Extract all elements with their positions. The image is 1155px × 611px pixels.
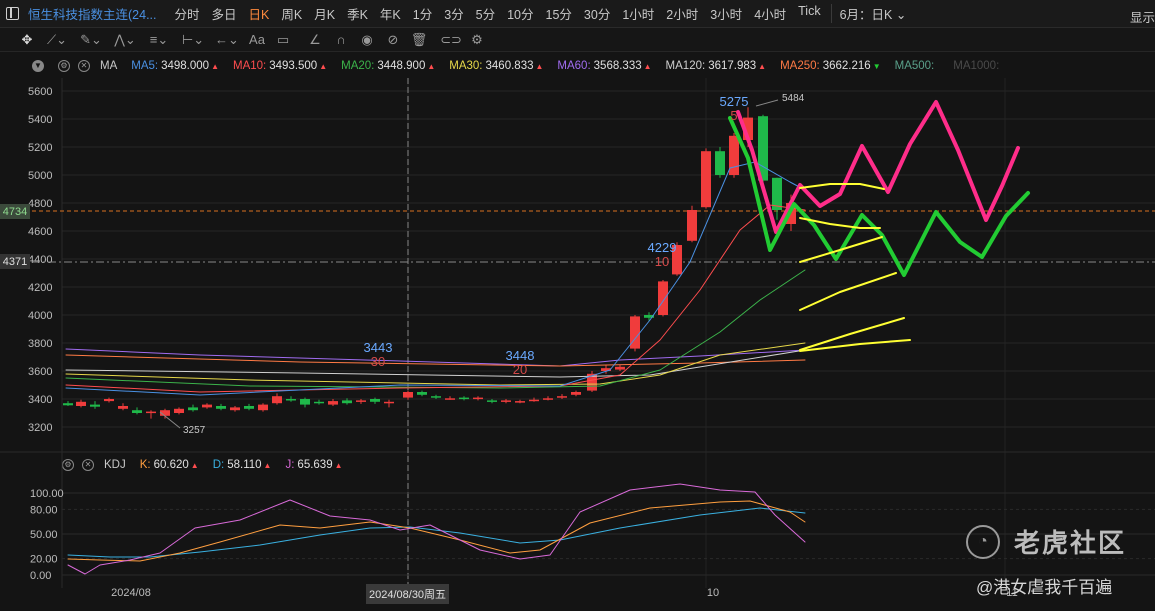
candle-body — [487, 400, 497, 402]
candle-body — [188, 407, 198, 411]
candle-body — [146, 411, 156, 414]
kdj-tick-label: 0.00 — [30, 570, 51, 582]
swing-label: 3448 — [506, 348, 535, 363]
candle-body — [272, 396, 282, 404]
ma20-line — [65, 269, 806, 389]
price-tick-label: 3800 — [28, 338, 52, 350]
candle-body — [501, 400, 511, 402]
swing-count: 10 — [655, 254, 669, 269]
candle-body — [729, 135, 739, 175]
candle-body — [314, 401, 324, 404]
swing-label: 3443 — [364, 340, 393, 355]
price-tick-label: 4000 — [28, 310, 52, 322]
candle-body — [202, 404, 212, 408]
kdj-k-line — [67, 500, 806, 562]
candle-body — [515, 401, 525, 403]
candle-body — [174, 408, 184, 413]
candle-body — [328, 401, 338, 405]
candle-body — [230, 407, 240, 411]
kdj-tick-label: 20.00 — [30, 554, 58, 566]
price-tick-label: 3400 — [28, 394, 52, 406]
price-tick-label: 4400 — [28, 254, 52, 266]
candle-body — [132, 410, 142, 413]
watermark-handle: @港女虐我千百遍 — [976, 578, 1113, 597]
candle-body — [286, 399, 296, 401]
candle-body — [417, 392, 427, 395]
candle-body — [715, 151, 725, 175]
crosshair-date: 2024/08/30周五 — [366, 584, 450, 604]
drawn-pink-forecast — [736, 100, 1020, 234]
candle-body — [63, 403, 73, 406]
candle-body — [342, 400, 352, 404]
drawn-yellow-line — [799, 236, 883, 263]
candle-body — [300, 399, 310, 405]
candle-body — [658, 281, 668, 315]
price-marker-current: 4734 — [0, 204, 30, 219]
candle-body — [459, 397, 469, 400]
candle-body — [403, 392, 413, 398]
kdj-j-line — [67, 483, 806, 575]
price-tick-label: 3600 — [28, 366, 52, 378]
candle-body — [543, 398, 553, 400]
price-marker-crosshair: 4371 — [0, 254, 30, 269]
price-tick-label: 4600 — [28, 226, 52, 238]
candle-body — [384, 401, 394, 404]
candle-body — [90, 404, 100, 407]
swing-label: 4229 — [648, 240, 677, 255]
candle-body — [445, 398, 455, 400]
candle-body — [473, 397, 483, 400]
candle-body — [258, 404, 268, 411]
price-chart[interactable]: 5600 5400 5200 5000 4800 4600 4400 4200 4000 3800… — [0, 0, 1155, 611]
kdj-tick-label: 100.00 — [30, 488, 64, 500]
candle-body — [615, 366, 625, 370]
candle-body — [701, 151, 711, 208]
candle-body — [370, 399, 380, 402]
kdj-tick-label: 80.00 — [30, 504, 58, 516]
kdj-d-line — [67, 507, 806, 558]
watermark-brand: ◔ 老虎社区 — [966, 523, 1126, 560]
ma5-line — [65, 161, 806, 396]
candle-body — [104, 399, 114, 402]
candle-body — [431, 396, 441, 398]
x-tick-label: 2024/08 — [111, 587, 151, 599]
x-tick-label: 10 — [707, 587, 719, 599]
high-label: 5484 — [782, 93, 805, 104]
candle-body — [216, 406, 226, 409]
candle-body — [529, 399, 539, 402]
candle-body — [687, 210, 697, 241]
price-tick-label: 5600 — [28, 86, 52, 98]
price-tick-label: 5400 — [28, 114, 52, 126]
candle-body — [557, 396, 567, 398]
candle-body — [76, 401, 86, 406]
high-pointer — [755, 99, 779, 107]
low-label: 3257 — [183, 425, 206, 436]
price-tick-label: 3200 — [28, 422, 52, 434]
candle-body — [244, 406, 254, 409]
swing-label: 5275 — [720, 94, 749, 109]
price-tick-label: 5200 — [28, 142, 52, 154]
tiger-logo-icon: ◔ — [966, 524, 1000, 559]
kdj-tick-label: 50.00 — [30, 529, 58, 541]
swing-count: 5 — [730, 108, 737, 123]
candle-body — [118, 406, 128, 409]
price-tick-label: 4200 — [28, 282, 52, 294]
price-tick-label: 5000 — [28, 170, 52, 182]
swing-count: 20 — [513, 362, 527, 377]
candle-body — [356, 400, 366, 402]
price-tick-label: 4800 — [28, 198, 52, 210]
candle-body — [571, 392, 581, 395]
drawn-yellow-line — [799, 272, 897, 311]
swing-count: 30 — [371, 354, 385, 369]
